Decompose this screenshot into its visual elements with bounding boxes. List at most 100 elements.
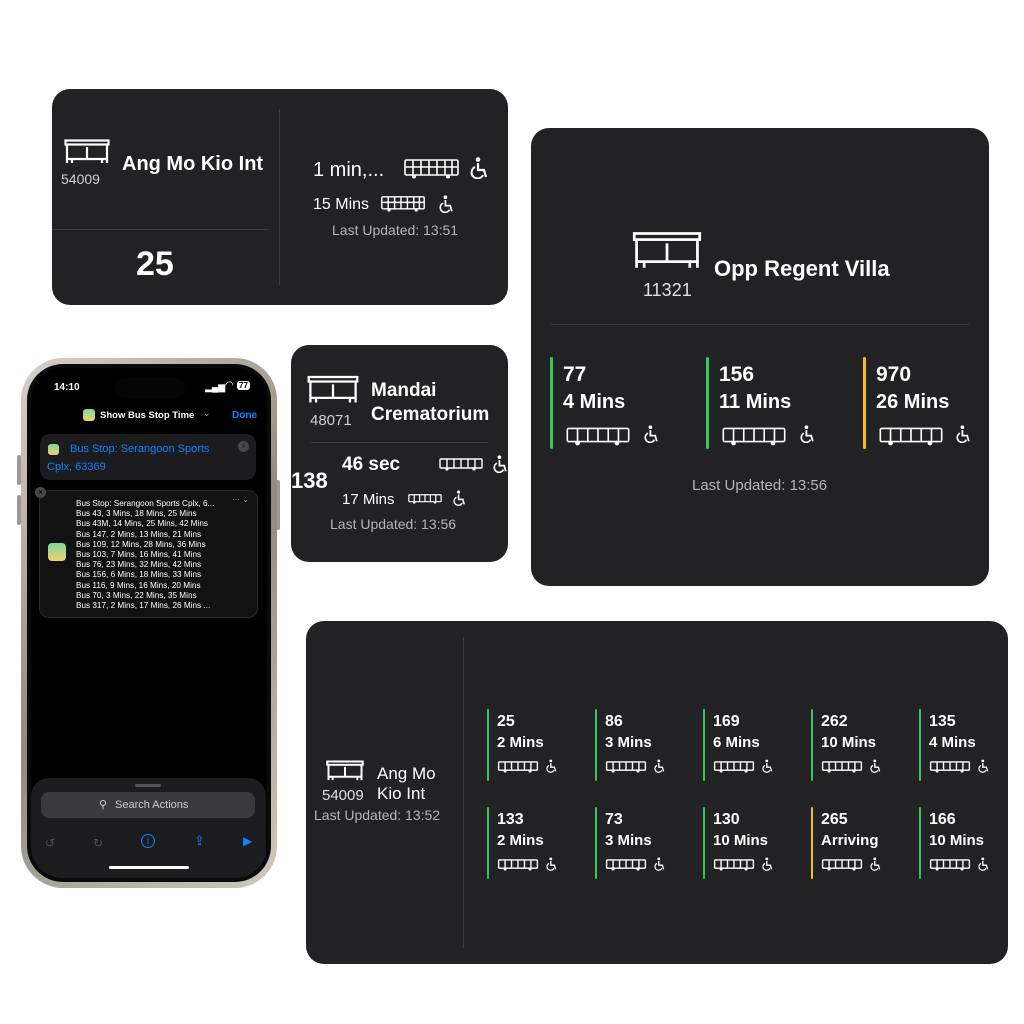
shortcut-app-icon [48, 444, 59, 455]
result-line: Bus 76, 23 Mins, 32 Mins, 42 Mins [76, 560, 202, 570]
action-drawer: ⚲ Search Actions ↺ ↻ i ⇪ ▶ [31, 778, 266, 878]
status-bar [811, 709, 813, 781]
result-text: Bus Stop: Serangoon Sports Cplx, 6... Bus… [76, 499, 254, 611]
result-line: Bus 43, 3 Mins, 18 Mins, 25 Mins [76, 509, 197, 519]
share-icon[interactable]: ⇪ [194, 833, 205, 849]
medium-bus-widget[interactable]: 54009 Ang Mo Kio Int 25 1 min,... 15 Min… [52, 89, 508, 305]
status-time: 14:10 [54, 382, 80, 393]
single-deck-bus-icon [876, 427, 946, 446]
stop-name: Ang Mo Kio Int [122, 153, 264, 175]
single-deck-bus-icon [713, 761, 755, 773]
last-updated: Last Updated: 13:56 [330, 516, 457, 532]
battery-icon: 77 [237, 381, 250, 390]
close-icon[interactable]: × [35, 487, 46, 498]
stop-code: 11321 [643, 280, 692, 300]
divider [52, 229, 268, 230]
stop-name-line2: Kio Int [377, 784, 426, 803]
service-number: 265 [821, 811, 848, 828]
small-bus-widget[interactable]: 48071 Mandai Crematorium 138 46 sec 17 M… [291, 345, 508, 562]
wifi-icon: ◠ [225, 380, 234, 391]
double-deck-bus-icon [380, 196, 426, 212]
service-number: 77 [563, 363, 587, 386]
run-icon[interactable]: ▶ [243, 834, 252, 848]
single-deck-bus-icon [497, 761, 539, 773]
last-updated: Last Updated: 13:56 [692, 477, 828, 494]
service-number: 970 [876, 363, 912, 386]
info-icon[interactable]: i [141, 834, 155, 848]
stop-name-line1: Ang Mo [377, 764, 436, 783]
input-card[interactable]: Bus Stop: Serangoon Sports Cplx, 63369 × [40, 434, 256, 480]
service-column: 25 2 Mins [487, 709, 583, 781]
last-updated: Last Updated: 13:51 [332, 222, 459, 238]
service-eta: 3 Mins [605, 832, 652, 849]
result-line: Bus 103, 7 Mins, 16 Mins, 41 Mins [76, 550, 202, 560]
status-bar [703, 709, 705, 781]
status-bar [811, 807, 813, 879]
service-number: 86 [605, 713, 623, 730]
service-eta: 2 Mins [497, 832, 544, 849]
extra-large-bus-widget[interactable]: 54009 Ang Mo Kio Int Last Updated: 13:52… [306, 621, 1008, 964]
search-field[interactable]: ⚲ Search Actions [41, 792, 255, 818]
service-number: 166 [929, 811, 956, 828]
single-deck-bus-icon [497, 859, 539, 871]
result-line: Bus Stop: Serangoon Sports Cplx, 6... [76, 499, 215, 508]
done-button[interactable]: Done [232, 410, 257, 421]
single-deck-bus-icon [719, 427, 789, 446]
service-number: 169 [713, 713, 740, 730]
following-arrival: 17 Mins [342, 491, 395, 508]
large-bus-widget[interactable]: 11321 Opp Regent Villa 77 4 Mins 156 11 … [531, 128, 989, 586]
status-bar [487, 709, 489, 781]
wheelchair-icon [654, 857, 666, 871]
single-deck-bus-icon [605, 761, 647, 773]
wheelchair-icon [439, 195, 455, 213]
more-icon[interactable]: ··· ⌄ [232, 495, 249, 504]
single-deck-bus-icon [929, 859, 971, 871]
shortcut-title[interactable]: Show Bus Stop Time [100, 410, 194, 421]
single-deck-bus-icon [821, 761, 863, 773]
status-bar [919, 807, 921, 879]
stop-code: 54009 [322, 787, 364, 804]
service-eta: 10 Mins [821, 734, 877, 751]
service-number: 73 [605, 811, 623, 828]
status-bar [706, 357, 709, 449]
phone-screen: 14:10 ▂▄▆ ◠ 77 Show Bus Stop Time ⌄ Done… [31, 368, 267, 878]
result-line: Bus 116, 9 Mins, 16 Mins, 20 Mins [76, 580, 201, 590]
undo-icon[interactable]: ↺ [45, 836, 55, 850]
divider [311, 442, 488, 443]
signal-icon: ▂▄▆ [205, 382, 226, 392]
drag-handle[interactable] [135, 784, 161, 787]
service-eta: 4 Mins [929, 734, 976, 751]
service-number: 138 [291, 468, 328, 493]
service-eta: 3 Mins [605, 734, 652, 751]
service-column: 265 Arriving [811, 807, 907, 879]
wheelchair-icon [956, 425, 972, 443]
service-column: 133 2 Mins [487, 807, 583, 879]
service-eta: 10 Mins [713, 832, 769, 849]
wheelchair-icon [453, 490, 467, 506]
wheelchair-icon [470, 157, 490, 179]
service-number: 262 [821, 713, 848, 730]
result-card[interactable]: Bus Stop: Serangoon Sports Cplx, 6... Bus… [39, 490, 258, 618]
single-deck-bus-icon [563, 427, 633, 446]
clear-icon[interactable]: × [238, 441, 249, 452]
bus-stop-icon [326, 760, 364, 782]
result-line: Bus 43M, 14 Mins, 25 Mins, 42 Mins [76, 519, 208, 529]
wheelchair-icon [644, 425, 660, 443]
bus-stop-icon [64, 139, 110, 165]
service-eta: 11 Mins [719, 391, 792, 413]
status-bar [550, 357, 553, 449]
result-line: Bus 109, 12 Mins, 28 Mins, 36 Mins [76, 539, 206, 549]
status-bar [487, 807, 489, 879]
service-eta: 4 Mins [563, 391, 626, 413]
chevron-down-icon[interactable]: ⌄ [203, 408, 211, 419]
wheelchair-icon [870, 857, 882, 871]
service-column: 156 11 Mins [706, 357, 846, 449]
result-line: Bus 317, 2 Mins, 17 Mins, 26 Mins ... [76, 601, 211, 611]
bus-stop-icon [307, 375, 359, 405]
result-line: Bus 147, 2 Mins, 13 Mins, 21 Mins [76, 529, 202, 539]
status-bar [703, 807, 705, 879]
service-number: 25 [136, 245, 174, 283]
service-eta: 10 Mins [929, 832, 985, 849]
wheelchair-icon [870, 759, 882, 773]
redo-icon[interactable]: ↻ [93, 836, 103, 850]
